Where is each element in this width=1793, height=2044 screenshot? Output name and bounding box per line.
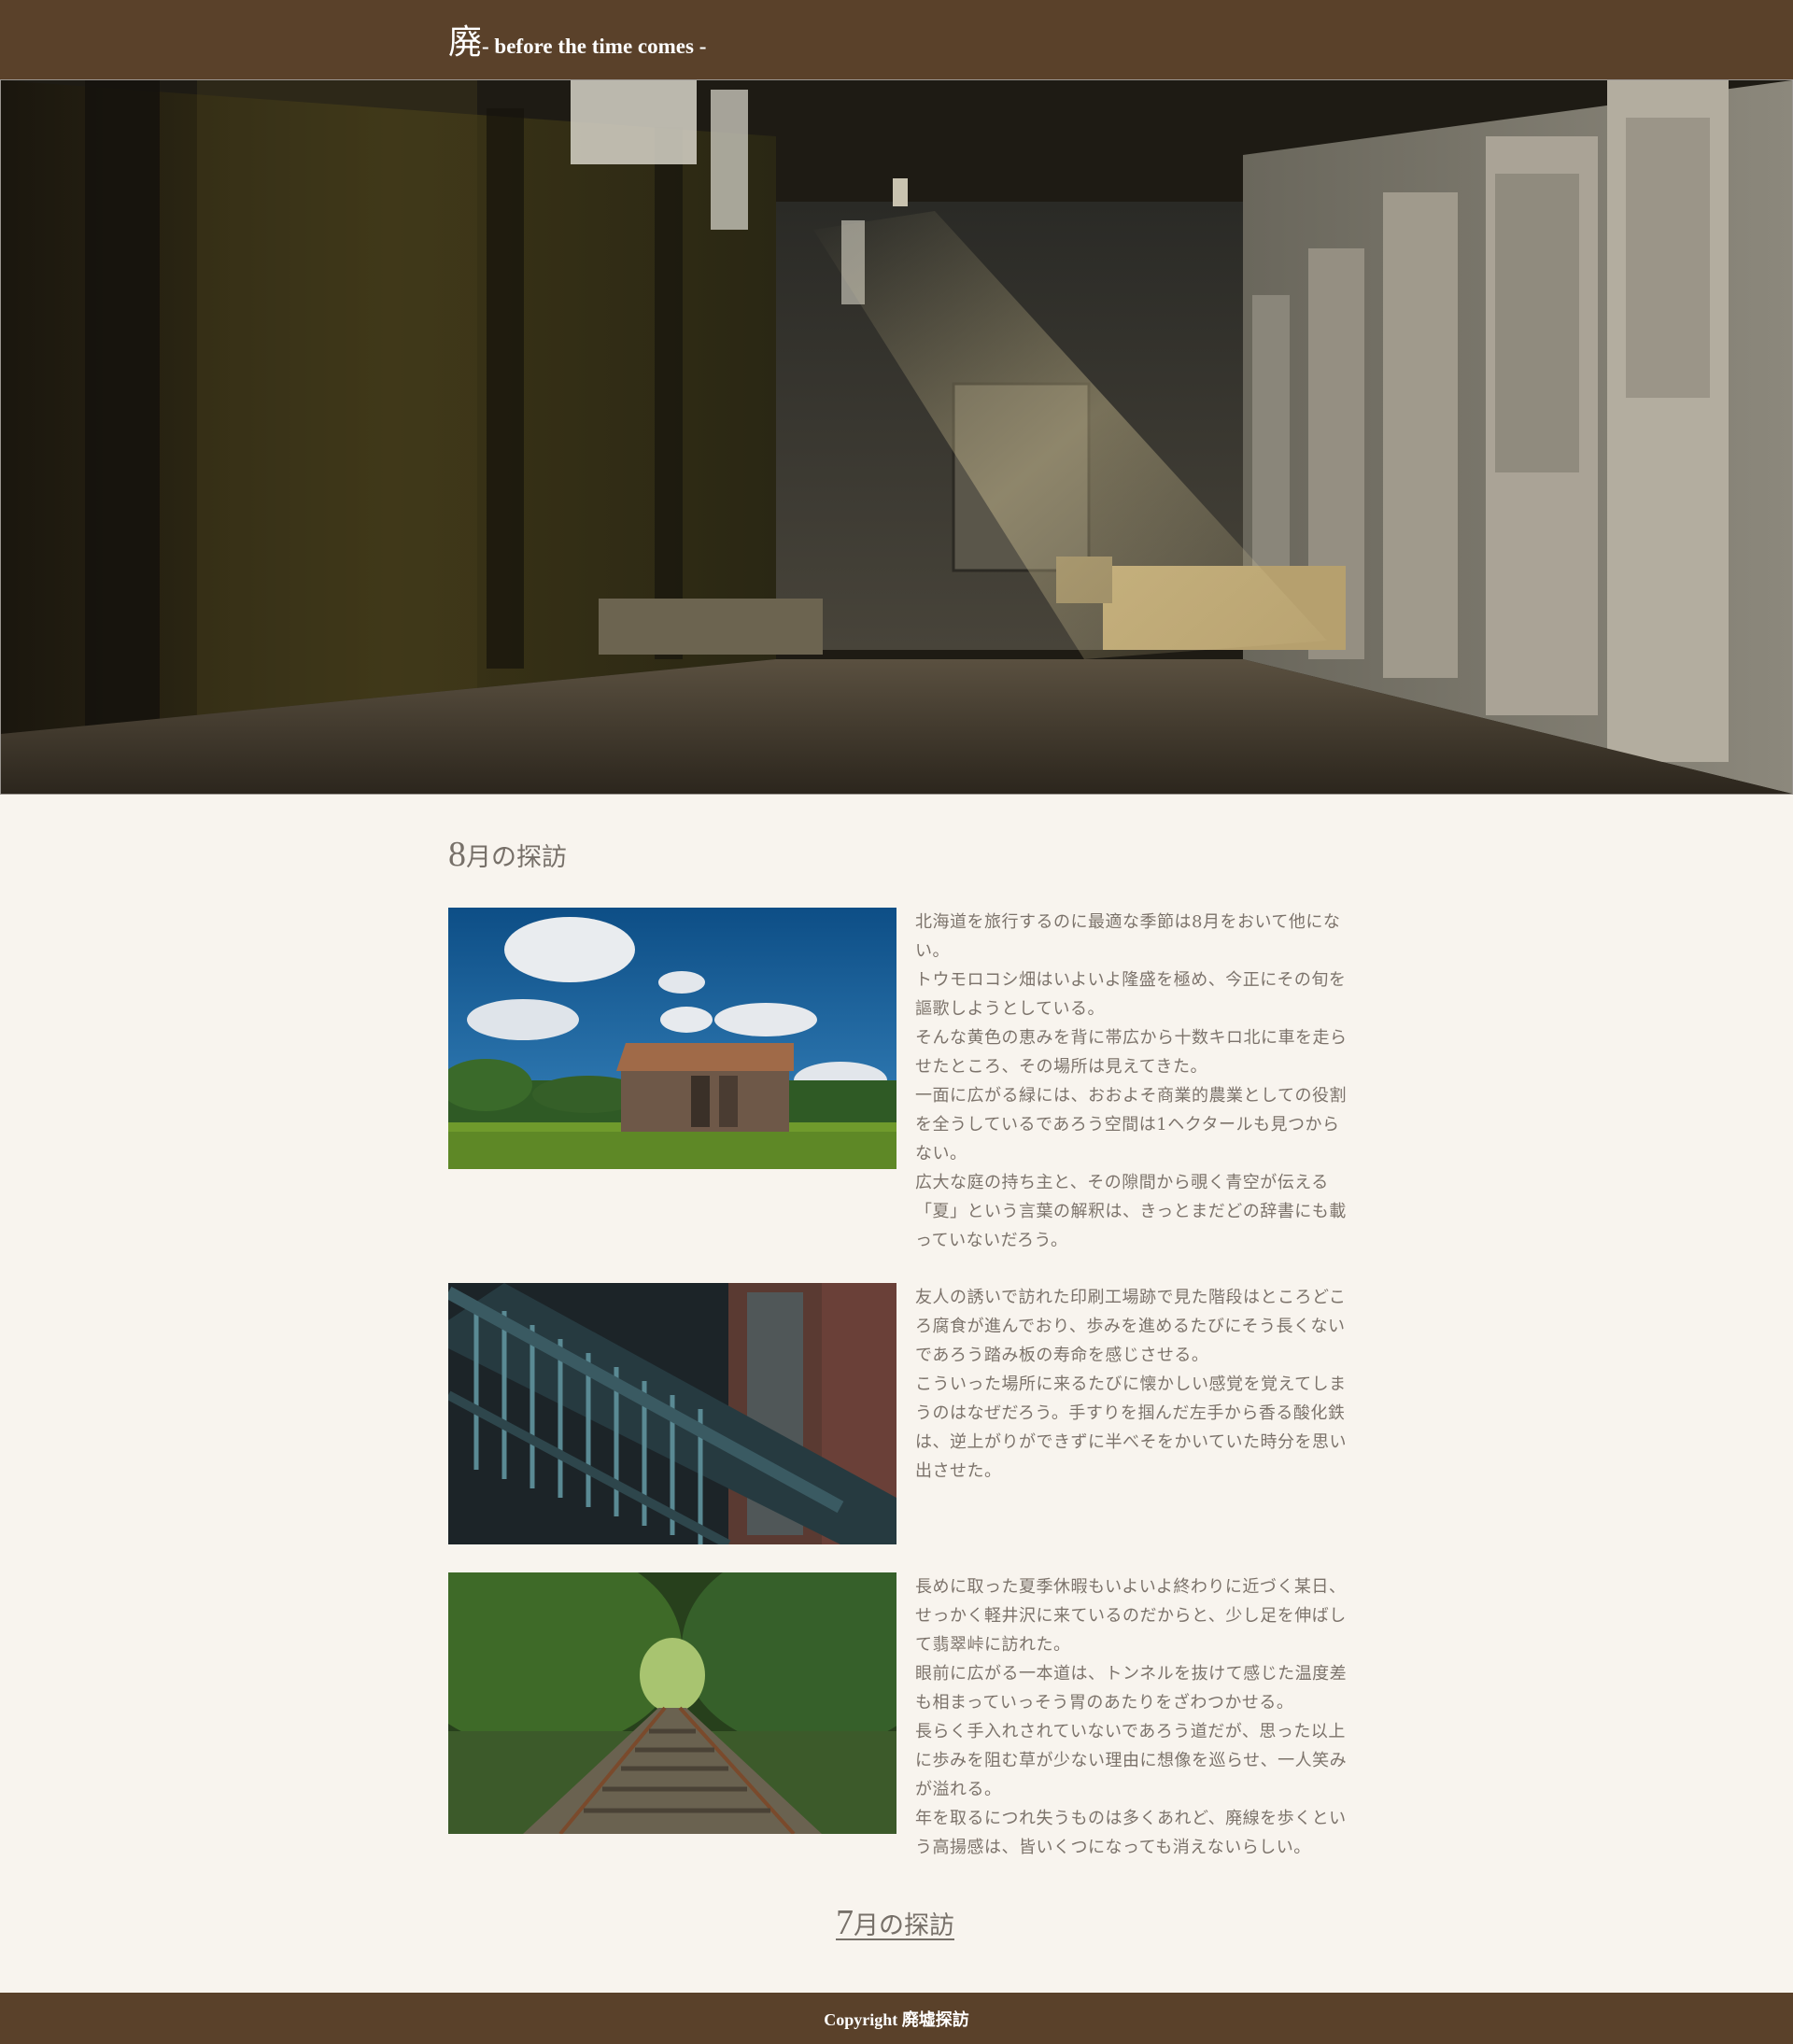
article-paragraph: そんな黄色の恵みを背に帯広から十数キロ北に車を走らせたところ、その場所は見えてき… <box>915 1028 1348 1077</box>
section-link-text: 月の探訪 <box>854 1911 954 1939</box>
site-title-kanji: 廃 <box>448 23 483 62</box>
hero-image-abandoned-factory <box>0 79 1793 795</box>
article-paragraph: 年を取るにつれ失うものは多くあれど、廃線を歩くという高揚感は、皆いくつになっても… <box>915 1809 1347 1857</box>
section-link-july[interactable]: 7月の探訪 <box>836 1902 954 1943</box>
section-heading-number: 8 <box>448 835 466 874</box>
article-paragraph: 眼前に広がる一本道は、トンネルを抜けて感じた温度差も相まっていっそう胃のあたりを… <box>915 1664 1348 1713</box>
section-link-number: 7 <box>836 1903 854 1942</box>
article-text: 友人の誘いで訪れた印刷工場跡で見た階段はところどころ腐食が進んでおり、歩みを進め… <box>915 1283 1349 1486</box>
article-text: 長めに取った夏季休暇もいよいよ終わりに近づく某日、せっかく軽井沢に来ているのだか… <box>915 1572 1349 1862</box>
article-paragraph: 一面に広がる緑には、おおよそ商業的農業としての役割を全うしているであろう空間は1… <box>915 1086 1347 1163</box>
site-tagline: - before the time comes - <box>482 35 707 58</box>
article-paragraph: 北海道を旅行するのに最適な季節は8月をおいて他にない。 <box>915 912 1341 961</box>
site-footer: Copyright 廃墟探訪 <box>0 1993 1793 2044</box>
abandoned-railway-photo <box>448 1572 896 1834</box>
copyright-text: Copyright 廃墟探訪 <box>824 2009 969 2029</box>
rusty-staircase-photo <box>448 1283 896 1544</box>
article-text: 北海道を旅行するのに最適な季節は8月をおいて他にない。 トウモロコシ畑はいよいよ… <box>915 908 1349 1255</box>
article-paragraph: 長めに取った夏季休暇もいよいよ終わりに近づく某日、せっかく軽井沢に来ているのだか… <box>915 1577 1347 1655</box>
article-paragraph: トウモロコシ畑はいよいよ隆盛を極め、今正にその旬を謳歌しようとしている。 <box>915 970 1347 1019</box>
article-paragraph: 長らく手入れされていないであろう道だが、思った以上に歩みを阻む草が少ない理由に想… <box>915 1722 1348 1799</box>
section-heading-text: 月の探訪 <box>466 843 567 871</box>
site-header: 廃 - before the time comes - <box>0 0 1793 79</box>
article-paragraph: こういった場所に来るたびに懐かしい感覚を覚えてしまうのはなぜだろう。手すりを掴ん… <box>915 1374 1347 1481</box>
site-title[interactable]: 廃 - before the time comes - <box>448 15 706 63</box>
article-paragraph: 広大な庭の持ち主と、その隙間から覗く青空が伝える「夏」という言葉の解釈は、きっと… <box>915 1173 1347 1250</box>
abandoned-barn-photo <box>448 908 896 1169</box>
article-paragraph: 友人の誘いで訪れた印刷工場跡で見た階段はところどころ腐食が進んでおり、歩みを進め… <box>915 1288 1347 1365</box>
section-heading-august: 8月の探訪 <box>448 834 567 875</box>
